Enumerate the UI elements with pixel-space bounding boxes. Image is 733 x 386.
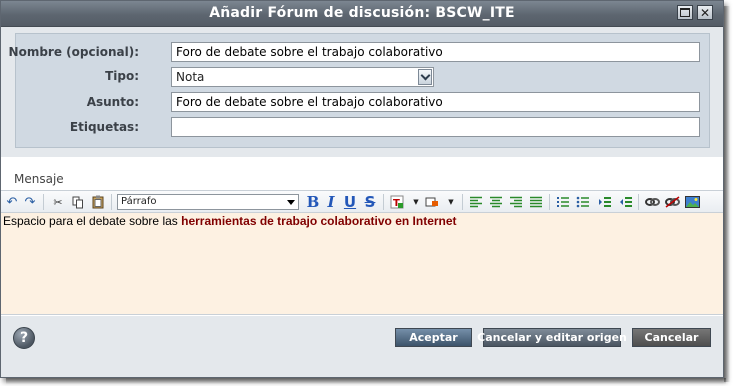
type-select-value: Nota: [176, 70, 205, 84]
paste-icon[interactable]: [90, 194, 106, 210]
highlight-color-icon[interactable]: [424, 194, 440, 210]
tags-label: Etiquetas:: [69, 120, 139, 134]
cancel-and-edit-source-button[interactable]: Cancelar y editar origen: [477, 328, 627, 347]
dialog-shadow-bottom: [6, 378, 726, 384]
maximize-icon: [680, 8, 690, 17]
align-right-icon[interactable]: [508, 194, 524, 210]
caret-down-icon: [287, 200, 295, 205]
unlink-icon[interactable]: [664, 194, 680, 210]
toolbar-separator: [111, 194, 112, 210]
indent-icon[interactable]: [597, 194, 613, 210]
close-icon: ✕: [699, 5, 711, 20]
text-color-dropdown-icon[interactable]: ▼: [408, 194, 424, 210]
toolbar-separator: [383, 194, 384, 210]
ordered-list-icon[interactable]: [555, 194, 571, 210]
text-color-icon[interactable]: T: [389, 194, 405, 210]
message-editor[interactable]: Espacio para el debate sobre las herrami…: [1, 213, 723, 315]
editor-toolbar: ↶ ↷ ✂ Párrafo B I U S T ▼ ▼: [1, 190, 723, 213]
paragraph-format-select[interactable]: Párrafo: [117, 194, 299, 210]
message-section: Mensaje ↶ ↷ ✂ Párrafo B I U S T ▼ ▼ Espa…: [1, 157, 723, 316]
subject-input[interactable]: Foro de debate sobre el trabajo colabora…: [171, 92, 700, 112]
dialog-title-bar[interactable]: Añadir Fórum de discusión: BSCW_ITE ✕: [1, 1, 723, 27]
name-label: Nombre (opcional):: [8, 45, 139, 59]
unordered-list-icon[interactable]: [575, 194, 591, 210]
type-label: Tipo:: [105, 69, 139, 83]
toolbar-separator: [638, 194, 639, 210]
help-icon: ?: [19, 330, 29, 346]
redo-icon[interactable]: ↷: [22, 194, 38, 210]
subject-label: Asunto:: [86, 95, 139, 109]
tags-input[interactable]: [171, 117, 700, 137]
select-dropdown-button[interactable]: [418, 69, 432, 85]
outdent-icon[interactable]: [618, 194, 634, 210]
italic-icon[interactable]: I: [323, 194, 339, 210]
add-forum-dialog: Añadir Fórum de discusión: BSCW_ITE ✕ No…: [0, 0, 724, 378]
help-button[interactable]: ?: [13, 327, 35, 349]
cut-icon[interactable]: ✂: [50, 194, 66, 210]
type-select[interactable]: Nota: [171, 67, 434, 87]
bold-icon[interactable]: B: [305, 194, 321, 210]
maximize-button[interactable]: [677, 5, 693, 20]
cancel-button[interactable]: Cancelar: [632, 328, 711, 347]
close-button[interactable]: ✕: [697, 5, 713, 20]
image-icon[interactable]: [684, 194, 700, 210]
copy-icon[interactable]: [70, 194, 86, 210]
align-center-icon[interactable]: [488, 194, 504, 210]
strikethrough-icon[interactable]: S: [362, 194, 378, 210]
accept-button[interactable]: Aceptar: [395, 328, 472, 347]
paragraph-format-value: Párrafo: [121, 196, 157, 207]
dialog-shadow-right: [724, 6, 730, 382]
align-justify-icon[interactable]: [528, 194, 544, 210]
toolbar-separator: [462, 194, 463, 210]
form-panel: Nombre (opcional): Foro de debate sobre …: [9, 33, 710, 148]
message-text: Espacio para el debate sobre las: [3, 214, 182, 228]
toolbar-separator: [549, 194, 550, 210]
dialog-title: Añadir Fórum de discusión: BSCW_ITE: [209, 5, 515, 21]
toolbar-separator: [43, 194, 44, 210]
link-icon[interactable]: [644, 194, 660, 210]
message-highlighted-text: herramientas de trabajo colaborativo en …: [181, 214, 457, 228]
message-label: Mensaje: [14, 172, 64, 186]
underline-icon[interactable]: U: [342, 194, 358, 210]
chevron-down-icon: [420, 70, 430, 81]
align-left-icon[interactable]: [468, 194, 484, 210]
highlight-dropdown-icon[interactable]: ▼: [443, 194, 459, 210]
undo-icon[interactable]: ↶: [4, 194, 20, 210]
name-input[interactable]: Foro de debate sobre el trabajo colabora…: [171, 42, 700, 62]
